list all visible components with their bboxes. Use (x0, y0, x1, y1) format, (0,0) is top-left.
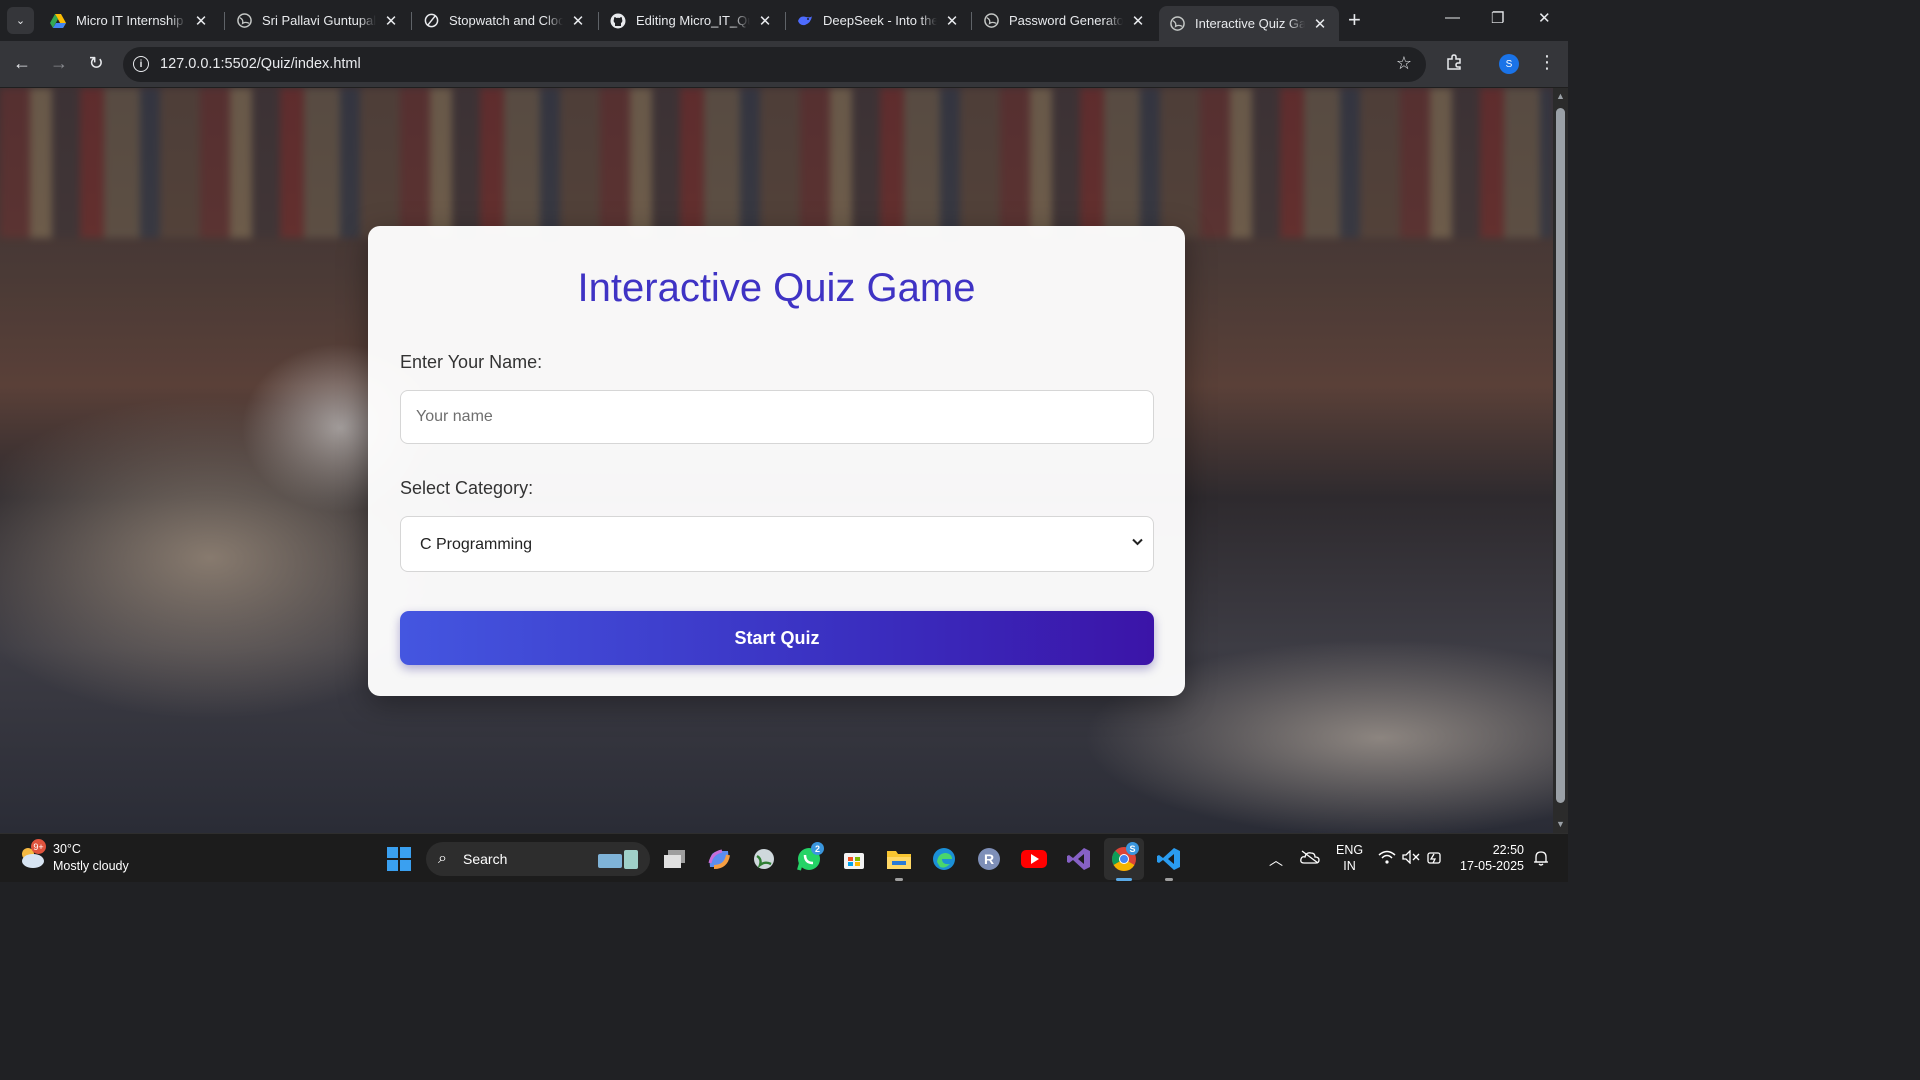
scroll-down-icon[interactable]: ▼ (1556, 819, 1565, 829)
search-label: Search (463, 851, 508, 867)
globe-app-icon[interactable] (751, 846, 777, 872)
globe-icon (236, 13, 252, 29)
onedrive-icon[interactable] (1300, 850, 1320, 867)
address-bar[interactable]: i 127.0.0.1:5502/Quiz/index.html ☆ (123, 47, 1426, 82)
clock-date: 17-05-2025 (1460, 859, 1524, 873)
scrollbar-thumb[interactable] (1556, 108, 1565, 803)
close-tab-icon[interactable]: ✕ (1129, 12, 1147, 30)
region-code: IN (1343, 859, 1356, 873)
deepseek-icon (797, 13, 813, 29)
file-explorer-running-indicator (895, 878, 903, 881)
windows-taskbar: 9+ 30°C Mostly cloudy ⌕ Search 2 R S ︿ E… (0, 833, 1568, 882)
clock-time: 22:50 (1492, 843, 1524, 857)
volume-muted-icon[interactable] (1402, 849, 1420, 867)
site-info-icon[interactable]: i (133, 56, 149, 72)
chrome-profile-badge: S (1126, 842, 1139, 855)
name-label: Enter Your Name: (400, 352, 543, 372)
file-explorer-icon[interactable] (886, 846, 912, 872)
page-background: Interactive Quiz Game Enter Your Name: S… (0, 88, 1553, 833)
close-tab-icon[interactable]: ✕ (756, 12, 774, 30)
minimize-icon[interactable]: — (1445, 9, 1460, 26)
google-drive-icon (50, 13, 66, 29)
wifi-icon[interactable] (1378, 850, 1396, 867)
name-input[interactable] (400, 390, 1154, 444)
system-clock[interactable]: 22:50 17-05-2025 (1460, 842, 1524, 874)
tab-title: Interactive Quiz Gam (1195, 16, 1305, 31)
vscode-icon[interactable] (1156, 846, 1182, 872)
more-menu-icon[interactable]: ⋮ (1538, 52, 1556, 73)
chrome-running-indicator (1116, 878, 1132, 881)
tab-github-editing[interactable]: Editing Micro_IT_Qui ✕ (600, 6, 784, 35)
close-tab-icon[interactable]: ✕ (382, 12, 400, 30)
tab-title: Sri Pallavi Guntupalli (262, 13, 376, 28)
task-view-icon[interactable] (662, 846, 688, 872)
taskbar-search[interactable]: ⌕ Search (426, 842, 650, 876)
input-language[interactable]: ENG IN (1336, 842, 1363, 874)
restore-icon[interactable]: ❐ (1491, 9, 1504, 27)
search-icon: ⌕ (438, 850, 447, 867)
scroll-up-icon[interactable]: ▲ (1556, 91, 1565, 101)
globe-icon (983, 13, 999, 29)
close-tab-icon[interactable]: ✕ (192, 12, 210, 30)
weather-alert-badge: 9+ (31, 839, 46, 854)
stopwatch-icon (423, 13, 439, 29)
browser-toolbar: ← → ↻ i 127.0.0.1:5502/Quiz/index.html ☆… (0, 41, 1568, 88)
tab-interactive-quiz[interactable]: Interactive Quiz Gam ✕ (1159, 6, 1339, 41)
tab-search-button[interactable]: ⌄ (7, 7, 34, 34)
tab-sri-pallavi[interactable]: Sri Pallavi Guntupalli ✕ (226, 6, 410, 35)
battery-charging-icon[interactable] (1426, 850, 1444, 869)
chevron-up-icon[interactable]: ︿ (1269, 850, 1283, 870)
bookmark-star-icon[interactable]: ☆ (1396, 53, 1412, 74)
edge-icon[interactable] (931, 846, 957, 872)
close-window-icon[interactable]: ✕ (1538, 9, 1551, 27)
tab-micro-it-internship[interactable]: Micro IT Internship P ✕ (40, 6, 220, 35)
github-icon (610, 13, 626, 29)
search-highlight-icon (596, 848, 642, 875)
tab-password-generator[interactable]: Password Generator ✕ (973, 6, 1157, 35)
quiz-card: Interactive Quiz Game Enter Your Name: S… (368, 226, 1185, 696)
tab-title: Stopwatch and Clock (449, 13, 563, 28)
visual-studio-icon[interactable] (1066, 846, 1092, 872)
new-tab-button[interactable]: + (1348, 8, 1361, 32)
tab-title: DeepSeek - Into the U (823, 13, 937, 28)
forward-icon[interactable]: → (47, 53, 71, 74)
language-code: ENG (1336, 843, 1364, 857)
whatsapp-icon[interactable]: 2 (796, 842, 824, 872)
globe-icon (1169, 16, 1185, 32)
youtube-icon[interactable] (1021, 846, 1047, 872)
tab-deepseek[interactable]: DeepSeek - Into the U ✕ (787, 6, 971, 35)
r-app-icon[interactable]: R (976, 846, 1002, 872)
notification-bell-icon[interactable] (1533, 850, 1549, 869)
page-title: Interactive Quiz Game (577, 266, 976, 310)
back-icon[interactable]: ← (10, 53, 34, 74)
tab-title: Editing Micro_IT_Qui (636, 13, 750, 28)
vscode-running-indicator (1165, 878, 1173, 881)
browser-tab-strip: ⌄ Micro IT Internship P ✕ Sri Pallavi Gu… (0, 0, 1568, 41)
extensions-icon[interactable] (1445, 53, 1463, 76)
bookshelf-background (0, 88, 1553, 238)
windows-start-icon[interactable] (386, 846, 412, 872)
tab-title: Password Generator (1009, 13, 1123, 28)
close-tab-icon[interactable]: ✕ (943, 12, 961, 30)
category-select[interactable]: C Programming (400, 516, 1154, 572)
microsoft-store-icon[interactable] (841, 846, 867, 872)
tab-stopwatch[interactable]: Stopwatch and Clock ✕ (413, 6, 597, 35)
weather-temperature: 30°C (53, 842, 81, 856)
whatsapp-unread-badge: 2 (811, 842, 824, 855)
category-label: Select Category: (400, 478, 534, 498)
weather-description: Mostly cloudy (53, 859, 129, 873)
reload-icon[interactable]: ↻ (84, 53, 108, 74)
tab-title: Micro IT Internship P (76, 13, 186, 28)
url-text[interactable]: 127.0.0.1:5502/Quiz/index.html (160, 56, 361, 72)
close-tab-icon[interactable]: ✕ (1311, 15, 1329, 33)
category-selected-value: C Programming (420, 536, 533, 553)
chrome-icon[interactable]: S (1111, 842, 1139, 872)
close-tab-icon[interactable]: ✕ (569, 12, 587, 30)
copilot-icon[interactable] (706, 846, 732, 872)
chevron-down-icon (1132, 534, 1143, 549)
page-scrollbar[interactable]: ▲ ▼ (1553, 88, 1568, 833)
start-quiz-button[interactable]: Start Quiz (400, 611, 1154, 665)
svg-text:R: R (984, 851, 994, 867)
profile-avatar[interactable]: S (1499, 54, 1519, 74)
